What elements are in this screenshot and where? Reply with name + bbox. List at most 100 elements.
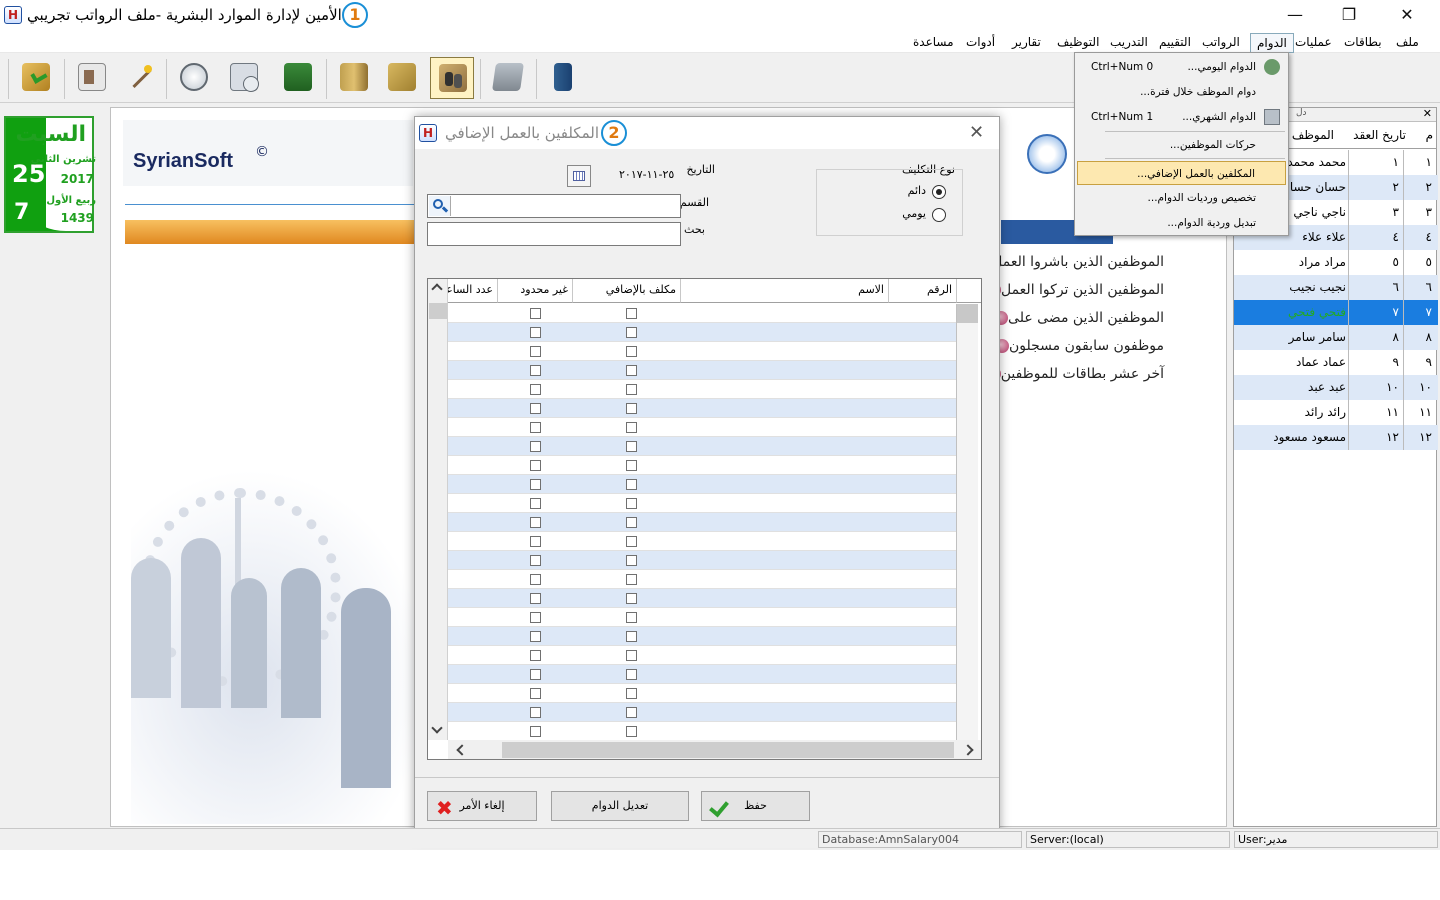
calculator-icon[interactable]	[486, 57, 530, 99]
open-folder-icon[interactable]	[14, 57, 58, 99]
overtime-checkbox[interactable]	[626, 327, 637, 338]
link-new-employees[interactable]: الموظفين الذين باشروا العمل	[974, 254, 1164, 270]
table-row[interactable]	[448, 665, 978, 684]
table-row[interactable]	[448, 494, 978, 513]
menu-swap-shift[interactable]: تبديل وردية الدوام...	[1077, 211, 1286, 235]
unlimited-checkbox[interactable]	[530, 479, 541, 490]
cancel-button[interactable]: ✖ إلغاء الأمر	[427, 791, 537, 821]
overtime-checkbox[interactable]	[626, 555, 637, 566]
row-header[interactable]	[956, 665, 978, 684]
settings-gear-icon[interactable]	[1027, 134, 1067, 174]
unlimited-checkbox[interactable]	[530, 403, 541, 414]
row-header[interactable]	[956, 627, 978, 646]
overtime-checkbox[interactable]	[626, 688, 637, 699]
list-item[interactable]: ٥ ٥ مراد مراد	[1234, 250, 1438, 275]
menu-evaluation[interactable]: التقييم	[1153, 33, 1197, 53]
search-icon[interactable]	[429, 196, 451, 216]
unlimited-checkbox[interactable]	[530, 707, 541, 718]
magic-wand-icon[interactable]	[118, 57, 162, 99]
row-header[interactable]	[956, 475, 978, 494]
overtime-checkbox[interactable]	[626, 612, 637, 623]
unlimited-checkbox[interactable]	[530, 688, 541, 699]
grid-col-unlimited[interactable]: غير محدود	[498, 279, 573, 303]
monthly-calendar-icon[interactable]	[222, 57, 266, 99]
grid-col-number[interactable]: الرقم	[889, 279, 957, 303]
menu-reports[interactable]: تقارير	[1006, 33, 1047, 53]
unlimited-checkbox[interactable]	[530, 422, 541, 433]
grid-horizontal-scrollbar[interactable]	[448, 740, 981, 759]
row-header[interactable]	[956, 570, 978, 589]
menu-employee-movements[interactable]: حركات الموظفين...	[1077, 133, 1286, 157]
table-row[interactable]	[448, 684, 978, 703]
clock-icon[interactable]	[172, 57, 216, 99]
table-row[interactable]	[448, 304, 978, 323]
overtime-checkbox[interactable]	[626, 460, 637, 471]
menu-help[interactable]: مساعدة	[907, 33, 960, 53]
unlimited-checkbox[interactable]	[530, 441, 541, 452]
scroll-left-icon[interactable]	[456, 744, 468, 756]
employee-card-icon[interactable]	[70, 57, 114, 99]
table-row[interactable]	[448, 437, 978, 456]
menu-training[interactable]: التدريب	[1104, 33, 1154, 53]
unlimited-checkbox[interactable]	[530, 593, 541, 604]
calendar-picker-icon[interactable]	[567, 165, 591, 187]
menu-file[interactable]: ملف	[1390, 33, 1425, 53]
search-input[interactable]	[427, 222, 681, 246]
unlimited-checkbox[interactable]	[530, 308, 541, 319]
grid-vertical-scrollbar[interactable]	[428, 279, 448, 740]
table-row[interactable]	[448, 418, 978, 437]
row-header[interactable]	[956, 456, 978, 475]
close-window-button[interactable]: ✕	[1378, 0, 1436, 31]
row-header[interactable]	[956, 304, 978, 323]
menu-cards[interactable]: بطاقات	[1338, 33, 1388, 53]
overtime-checkbox[interactable]	[626, 650, 637, 661]
list-item[interactable]: ١٠ ١٠ عبد عبد	[1234, 375, 1438, 400]
row-header[interactable]	[956, 684, 978, 703]
link-left-employees[interactable]: الموظفين الذين تركوا العمل	[983, 282, 1164, 298]
table-row[interactable]	[448, 570, 978, 589]
overtime-checkbox[interactable]	[626, 365, 637, 376]
unlimited-checkbox[interactable]	[530, 498, 541, 509]
unlimited-checkbox[interactable]	[530, 460, 541, 471]
table-row[interactable]	[448, 627, 978, 646]
menu-monthly-attendance[interactable]: الدوام الشهري... Ctrl+Num 1	[1077, 105, 1286, 129]
row-header[interactable]	[956, 532, 978, 551]
col-employee[interactable]: الموظف	[1292, 128, 1334, 142]
list-item[interactable]: ١١ ١١ رائد رائد	[1234, 400, 1438, 425]
overtime-checkbox[interactable]	[626, 441, 637, 452]
row-header[interactable]	[956, 361, 978, 380]
menu-assign-shifts[interactable]: تخصيص ورديات الدوام...	[1077, 186, 1286, 210]
table-row[interactable]	[448, 532, 978, 551]
row-header[interactable]	[956, 323, 978, 342]
overtime-checkbox[interactable]	[626, 308, 637, 319]
table-row[interactable]	[448, 608, 978, 627]
grid-col-overtime[interactable]: مكلف بالإضافي	[573, 279, 681, 303]
overtime-checkbox[interactable]	[626, 574, 637, 585]
books-icon[interactable]	[332, 57, 376, 99]
overtime-checkbox[interactable]	[626, 346, 637, 357]
table-row[interactable]	[448, 703, 978, 722]
row-header[interactable]	[956, 418, 978, 437]
row-header[interactable]	[956, 342, 978, 361]
unlimited-checkbox[interactable]	[530, 650, 541, 661]
link-former-employees[interactable]: موظفون سابقون مسجلون	[991, 338, 1164, 354]
table-row[interactable]	[448, 380, 978, 399]
scroll-down-icon[interactable]	[431, 722, 443, 734]
overtime-checkbox[interactable]	[626, 403, 637, 414]
overtime-checkbox[interactable]	[626, 498, 637, 509]
scroll-right-icon[interactable]	[962, 744, 974, 756]
table-row[interactable]	[448, 475, 978, 494]
unlimited-checkbox[interactable]	[530, 365, 541, 376]
menu-daily-attendance[interactable]: الدوام اليومي... Ctrl+Num 0	[1077, 55, 1286, 79]
overtime-checkbox[interactable]	[626, 631, 637, 642]
money-stack-icon[interactable]	[276, 57, 320, 99]
list-item[interactable]: ٨ ٨ سامر سامر	[1234, 325, 1438, 350]
row-header[interactable]	[956, 494, 978, 513]
table-row[interactable]	[448, 323, 978, 342]
grid-col-name[interactable]: الاسم	[681, 279, 889, 303]
menu-recruitment[interactable]: التوظيف	[1051, 33, 1105, 53]
unlimited-checkbox[interactable]	[530, 517, 541, 528]
employees-group-icon[interactable]	[430, 57, 474, 99]
minimize-button[interactable]: —	[1266, 0, 1324, 31]
menu-attendance[interactable]: الدوام	[1250, 33, 1294, 53]
